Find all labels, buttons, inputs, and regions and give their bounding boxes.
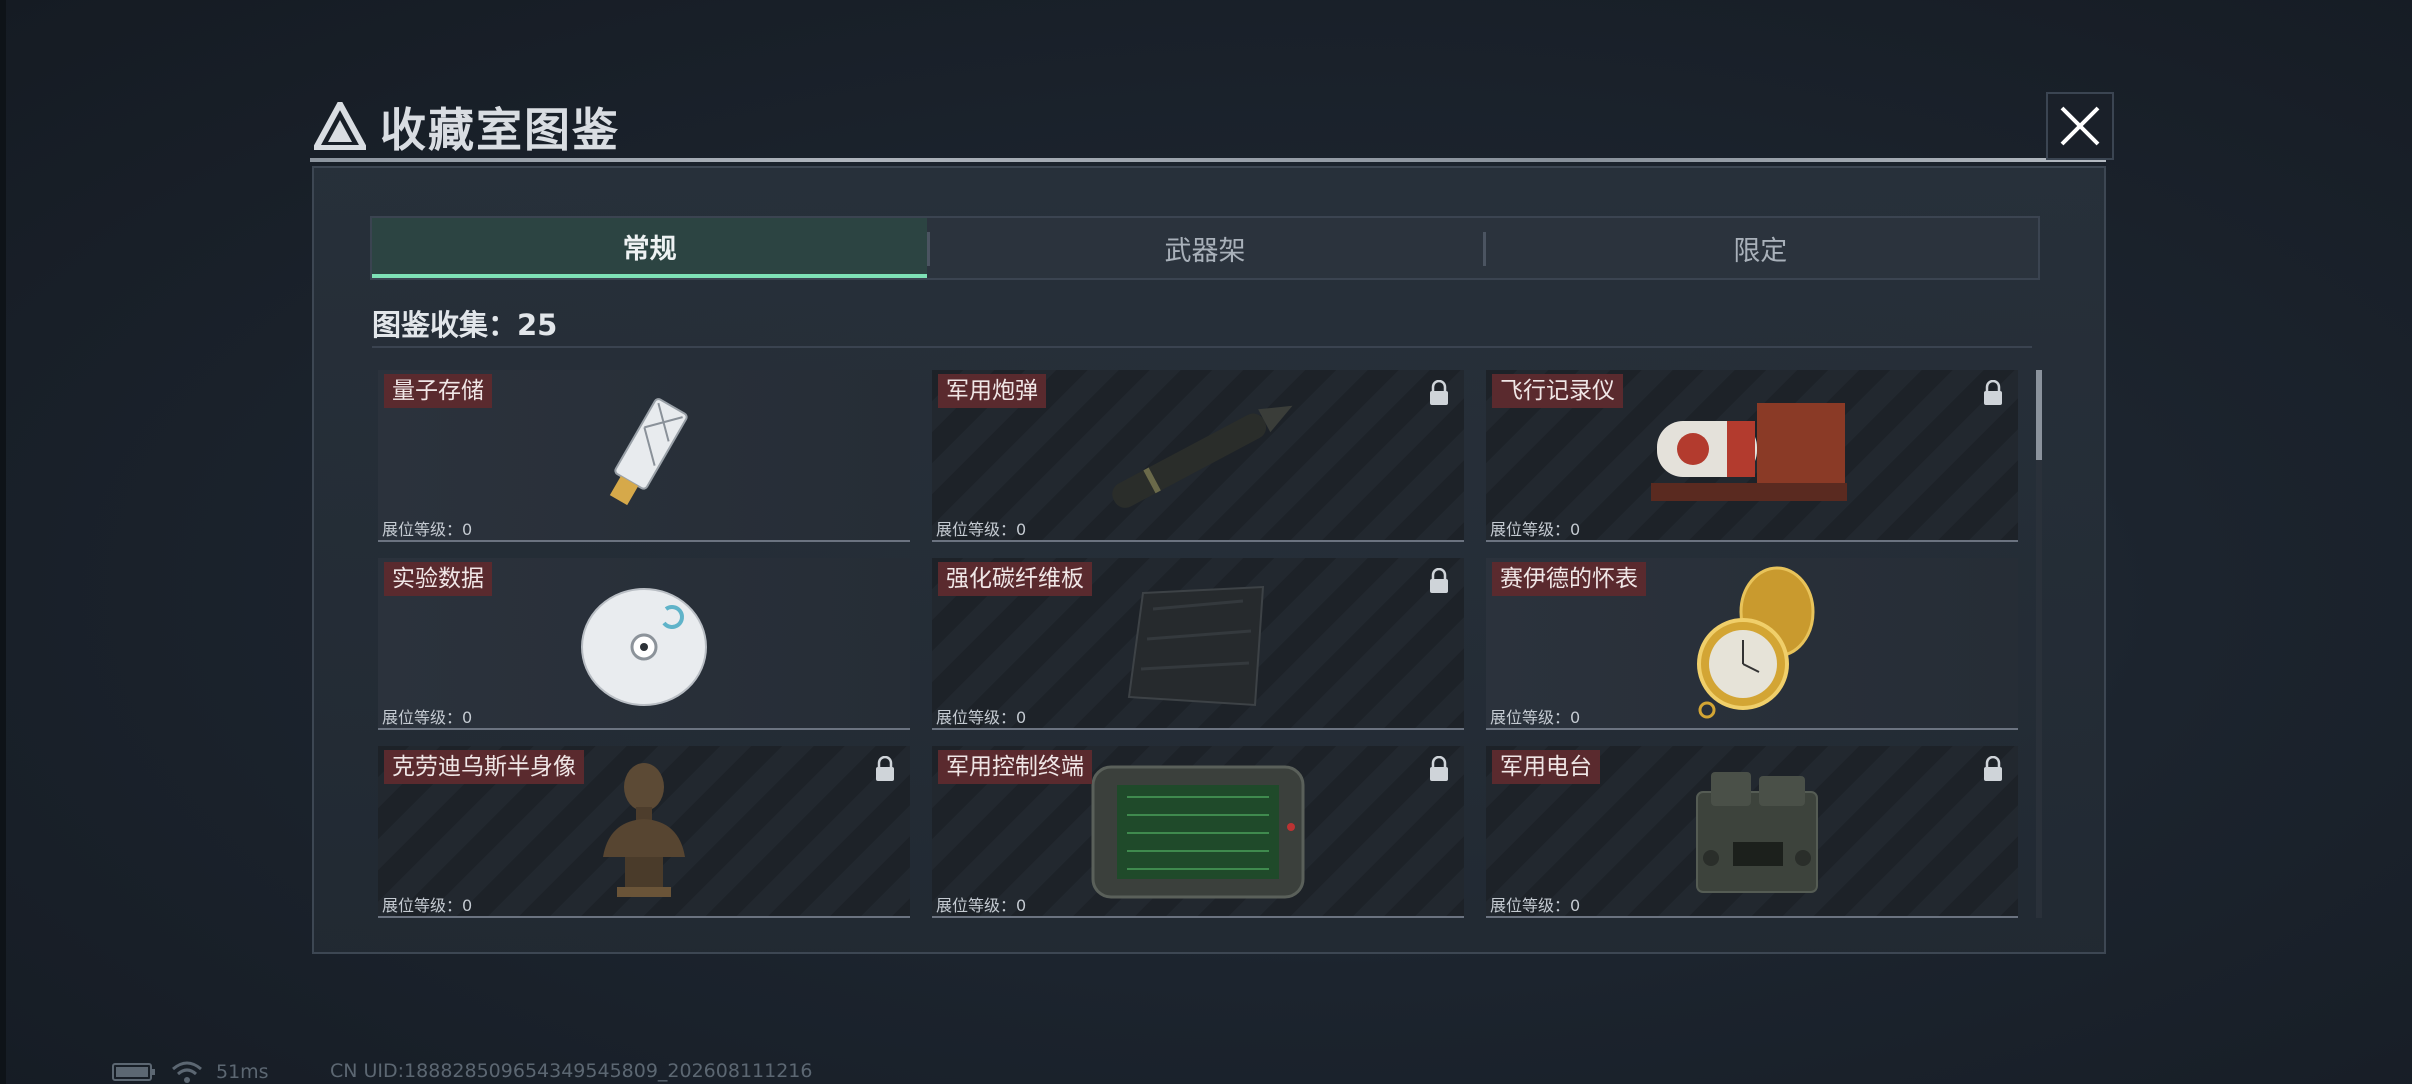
- uid-text: CN UID:18882850965434954580­9_2026081112…: [330, 1060, 813, 1082]
- item-card[interactable]: 实验数据 展位等级：0: [378, 558, 910, 730]
- lock-icon: [1430, 756, 1448, 781]
- lock-icon: [876, 756, 894, 781]
- divider: [372, 346, 2032, 348]
- window-header: 收藏室图鉴: [300, 88, 2112, 168]
- pocket-watch-icon: [1697, 566, 1815, 719]
- item-level: 展位等级：0: [382, 896, 473, 915]
- collection-count: 图鉴收集：25: [372, 308, 558, 342]
- item-card[interactable]: 军用控制终端 展位等级：0: [932, 746, 1464, 918]
- artillery-shell-icon: [1112, 405, 1293, 508]
- item-name: 量子存储: [384, 374, 492, 408]
- left-edge-strip: [0, 0, 6, 1084]
- disc-icon: [581, 588, 707, 706]
- lock-icon: [1984, 380, 2002, 405]
- item-level: 展位等级：0: [936, 896, 1027, 915]
- item-name: 军用控制终端: [938, 750, 1092, 784]
- scrollbar[interactable]: [2036, 370, 2042, 918]
- item-card[interactable]: 量子存储 展位等级：0: [378, 370, 910, 542]
- lock-icon: [1984, 756, 2002, 781]
- item-name: 飞行记录仪: [1492, 374, 1623, 408]
- lock-icon: [1430, 568, 1448, 593]
- item-name: 军用电台: [1492, 750, 1600, 784]
- item-grid: 量子存储 展位等级：0 军用炮弹 展位等级：0 飞行记录仪 展位等级：0 实验数…: [378, 370, 2026, 918]
- tab-limited[interactable]: 限定: [1482, 218, 2038, 278]
- item-level: 展位等级：0: [1490, 708, 1581, 727]
- ping-text: 51ms: [216, 1061, 269, 1083]
- scrollbar-thumb[interactable]: [2036, 370, 2042, 460]
- radio-icon: [1696, 772, 1818, 893]
- wifi-icon: [172, 1061, 202, 1083]
- item-card[interactable]: 军用炮弹 展位等级：0: [932, 370, 1464, 542]
- lock-icon: [1430, 380, 1448, 405]
- close-icon: [2060, 106, 2100, 146]
- page-title: 收藏室图鉴: [380, 103, 620, 157]
- item-level: 展位等级：0: [1490, 520, 1581, 539]
- status-bar: 51ms: [112, 1060, 269, 1084]
- flight-recorder-icon: [1651, 403, 1847, 501]
- item-name: 克劳迪乌斯半身像: [384, 750, 584, 784]
- item-card[interactable]: 飞行记录仪 展位等级：0: [1486, 370, 2018, 542]
- item-card[interactable]: 克劳迪乌斯半身像 展位等级：0: [378, 746, 910, 918]
- item-name: 赛伊德的怀表: [1492, 562, 1646, 596]
- tab-regular[interactable]: 常规: [372, 218, 928, 278]
- close-button[interactable]: [2046, 92, 2114, 160]
- item-name: 强化碳纤维板: [938, 562, 1092, 596]
- item-level: 展位等级：0: [936, 708, 1027, 727]
- item-name: 实验数据: [384, 562, 492, 596]
- item-level: 展位等级：0: [1490, 896, 1581, 915]
- item-level: 展位等级：0: [382, 708, 473, 727]
- item-name: 军用炮弹: [938, 374, 1046, 408]
- usb-drive-icon: [609, 398, 688, 506]
- tab-bar: 常规 武器架 限定: [370, 216, 2040, 280]
- item-card[interactable]: 强化碳纤维板 展位等级：0: [932, 558, 1464, 730]
- item-level: 展位等级：0: [382, 520, 473, 539]
- tab-weapon-rack[interactable]: 武器架: [927, 218, 1482, 278]
- control-terminal-icon: [1091, 765, 1305, 899]
- battery-icon: [112, 1063, 155, 1081]
- logo-icon: [314, 102, 366, 150]
- collection-panel: 常规 武器架 限定 图鉴收集：25 量子存储 展位等级：0 军用炮弹 展位等级：…: [312, 166, 2106, 954]
- item-card[interactable]: 赛伊德的怀表 展位等级：0: [1486, 558, 2018, 730]
- bust-icon: [603, 763, 685, 897]
- carbon-plate-icon: [1127, 585, 1265, 707]
- item-card[interactable]: 军用电台 展位等级：0: [1486, 746, 2018, 918]
- item-level: 展位等级：0: [936, 520, 1027, 539]
